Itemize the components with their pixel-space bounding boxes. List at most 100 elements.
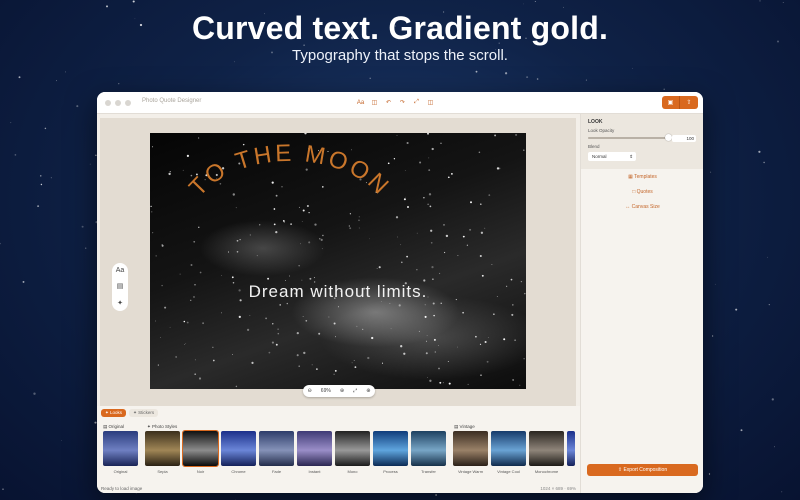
panel-icon[interactable]: ◫: [425, 97, 436, 108]
star: [369, 77, 371, 80]
thumb-label: Instant: [308, 469, 321, 474]
photos-icon: ▣: [667, 100, 674, 106]
thumb-label: Original: [113, 469, 128, 474]
thumb-chrome[interactable]: Chrome: [221, 431, 256, 474]
photo-icon: ▤: [103, 424, 108, 429]
star: [132, 0, 135, 3]
star: [18, 76, 21, 79]
zoom-in-icon[interactable]: ⊕: [340, 388, 344, 394]
star: [763, 161, 765, 164]
text-tool-button[interactable]: Aa: [116, 267, 125, 274]
opacity-slider-knob[interactable]: [664, 134, 672, 141]
curved-text-layer[interactable]: TO THE MOON: [150, 133, 526, 389]
star: [710, 171, 712, 173]
star: [0, 242, 1, 245]
toolbar: Aa ◫ ↶ ↷ ⤢ ◫: [355, 97, 436, 108]
thumb-fade[interactable]: Fade: [259, 431, 294, 474]
star: [773, 446, 776, 448]
text-format-icon[interactable]: Aa: [355, 97, 366, 108]
star: [61, 440, 63, 441]
zoom-window-button[interactable]: [125, 100, 131, 106]
resize-icon[interactable]: ⤢: [411, 97, 422, 108]
star: [759, 0, 761, 2]
thumb-transfer[interactable]: Transfer: [411, 431, 446, 474]
star: [37, 205, 40, 208]
thumb-vintage-cool[interactable]: Vintage Cool: [491, 431, 526, 474]
redo-icon[interactable]: ↷: [397, 97, 408, 108]
sparkle-icon[interactable]: ✦: [117, 299, 123, 307]
star: [585, 79, 587, 81]
look-section: LOOK Look Opacity 100 Blend Normal ⇕: [581, 114, 703, 169]
thumb-sepia[interactable]: Sepia: [145, 431, 180, 474]
share-button[interactable]: ⇧: [680, 96, 698, 109]
tab-looks[interactable]: ✦ Looks: [101, 409, 127, 417]
quotes-button[interactable]: □ Quotes: [581, 189, 703, 195]
thumb-label: Fade: [271, 469, 282, 474]
undo-icon[interactable]: ↶: [383, 97, 394, 108]
star: [663, 88, 665, 90]
resize-arrows-icon: ↔: [625, 204, 631, 210]
image-icon[interactable]: ▤: [117, 282, 124, 290]
star: [10, 122, 12, 124]
star: [781, 491, 783, 493]
thumb-vintage-warm[interactable]: Vintage Warm: [453, 431, 488, 474]
blend-select[interactable]: Normal ⇕: [588, 152, 636, 161]
thumb-label: Noir: [196, 469, 205, 474]
star: [526, 76, 529, 79]
photo-canvas[interactable]: TO THE MOON Dream without limits.: [150, 133, 526, 389]
thumb-label: Transfer: [421, 469, 436, 474]
star: [740, 429, 743, 432]
film-icon: ▤: [454, 424, 459, 429]
star: [714, 283, 716, 285]
thumb-instant[interactable]: Instant: [297, 431, 332, 474]
photos-button[interactable]: ▣: [662, 96, 680, 109]
section-original-label: Original: [108, 424, 125, 429]
quote-text[interactable]: Dream without limits.: [150, 282, 526, 302]
templates-label: Templates: [634, 174, 657, 180]
tab-stickers[interactable]: ✦ Stickers: [129, 409, 159, 417]
star: [33, 392, 36, 395]
star: [534, 1, 536, 2]
curved-text[interactable]: TO THE MOON: [184, 140, 396, 202]
sidebar-toggle-icon[interactable]: ◫: [369, 97, 380, 108]
star: [767, 256, 768, 258]
star: [504, 72, 508, 75]
minimize-window-button[interactable]: [115, 100, 121, 106]
export-button[interactable]: ⇧ Export Composition: [587, 464, 698, 476]
chevron-updown-icon: ⇕: [629, 154, 633, 159]
status-dimensions: 1024 × 689 · 69%: [540, 486, 576, 491]
thumb-mono[interactable]: Mono: [335, 431, 370, 474]
thumb-original[interactable]: Original: [103, 431, 138, 474]
canvas-size-label: Canvas Size: [631, 204, 660, 210]
app-window: Photo Quote Designer Aa ◫ ↶ ↷ ⤢ ◫ ▣ ⇧ TO…: [97, 92, 703, 493]
star: [771, 398, 774, 401]
opacity-value[interactable]: 100: [672, 135, 696, 142]
status-text: Ready to load image: [101, 486, 143, 491]
thumb-label: Monochrome: [534, 469, 559, 474]
blend-value: Normal: [592, 154, 607, 159]
canvas-area: TO THE MOON Dream without limits. Aa ▤ ✦…: [100, 118, 576, 406]
close-window-button[interactable]: [105, 100, 111, 106]
blend-label: Blend: [588, 144, 600, 149]
headline: Curved text. Gradient gold.: [191, 10, 609, 46]
zoom-out-icon[interactable]: ⊖: [308, 388, 312, 394]
fit-icon[interactable]: ⤢: [353, 388, 357, 394]
title-bar: Photo Quote Designer Aa ◫ ↶ ↷ ⤢ ◫ ▣ ⇧: [97, 92, 703, 114]
zoom-level: 69%: [320, 388, 331, 394]
opacity-slider[interactable]: [588, 137, 668, 139]
star: [563, 6, 565, 8]
star: [735, 308, 738, 311]
thumb-partial[interactable]: [567, 431, 575, 466]
thumb-monochrome[interactable]: Monochrome: [529, 431, 564, 474]
star: [76, 105, 79, 108]
templates-button[interactable]: ▦ Templates: [581, 174, 703, 180]
thumb-process[interactable]: Process: [373, 431, 408, 474]
star: [523, 3, 524, 5]
star: [64, 71, 66, 73]
zoom-reset-icon[interactable]: ⊕: [366, 388, 370, 394]
star: [22, 280, 25, 283]
thumb-noir[interactable]: Noir: [182, 430, 219, 474]
section-vintage: ▤ Vintage: [454, 424, 475, 430]
inspector-panel: LOOK Look Opacity 100 Blend Normal ⇕ ▦ Te…: [580, 114, 703, 493]
canvas-size-button[interactable]: ↔ Canvas Size: [581, 204, 703, 210]
